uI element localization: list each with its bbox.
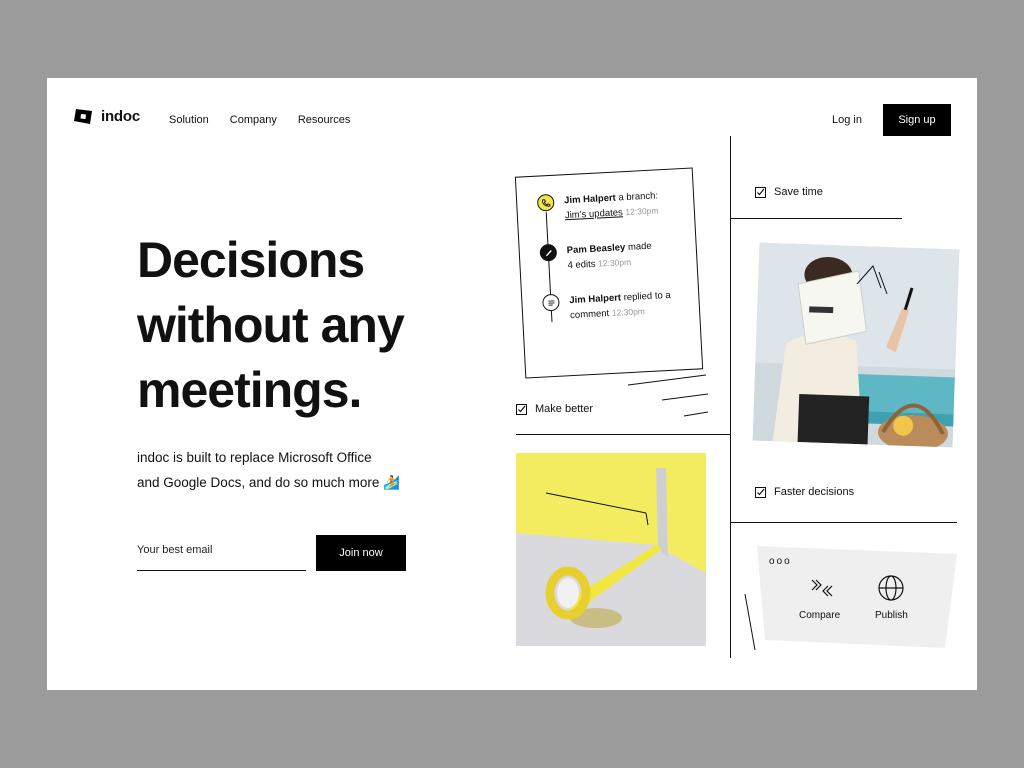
phone-icon <box>536 193 555 212</box>
feature-faster-decisions: Faster decisions <box>755 486 854 498</box>
activity-user: Jim Halpert <box>563 192 617 207</box>
activity-action: made <box>627 240 652 253</box>
activity-detail: comment <box>569 308 610 322</box>
checkbox-icon <box>755 486 766 498</box>
logo-icon <box>74 109 92 124</box>
activity-detail: 4 edits <box>567 258 596 272</box>
divider-faster <box>731 522 957 523</box>
main-nav: Solution Company Resources <box>169 114 350 126</box>
join-button[interactable]: Join now <box>316 535 406 571</box>
hero-subtext: indoc is built to replace Microsoft Offi… <box>137 445 427 495</box>
activity-item[interactable]: Jim Halpert replied to a comment 12:30pm <box>542 287 693 325</box>
compare-icon <box>811 579 832 597</box>
activity-action: replied to a <box>623 289 671 304</box>
decorative-arrow <box>856 265 888 295</box>
activity-item[interactable]: Pam Beasley made 4 edits 12:30pm <box>539 237 690 275</box>
publish-button[interactable]: Publish <box>875 574 908 621</box>
feature-label: Faster decisions <box>774 486 855 498</box>
checkbox-icon <box>516 403 527 415</box>
hero-headline: Decisions without any meetings. <box>137 228 467 423</box>
activity-action: a branch: <box>618 190 659 204</box>
divider-vertical <box>730 136 731 658</box>
signup-button[interactable]: Sign up <box>883 104 951 136</box>
activity-time: 12:30pm <box>597 256 632 269</box>
subtext-line-1: indoc is built to replace Microsoft Offi… <box>137 450 372 465</box>
activity-link[interactable]: Jim’s updates <box>565 207 623 221</box>
activity-time: 12:30pm <box>611 306 646 318</box>
feature-save-time: Save time <box>755 186 823 198</box>
decorative-lines <box>627 374 709 417</box>
headline-line-3: meetings. <box>137 362 362 418</box>
compare-label: Compare <box>799 610 841 621</box>
landing-page: indoc Solution Company Resources Log in … <box>47 78 977 690</box>
photo-yellow-tape <box>516 453 706 646</box>
activity-time: 12:30pm <box>625 205 659 218</box>
nav-solution[interactable]: Solution <box>169 114 209 126</box>
feature-label: Make better <box>535 403 594 415</box>
divider-make-better <box>516 434 731 435</box>
headline-line-1: Decisions <box>137 232 365 288</box>
activity-user: Jim Halpert <box>569 292 622 307</box>
nav-resources[interactable]: Resources <box>298 114 351 126</box>
headline-line-2: without any <box>137 297 405 353</box>
panel-dots: ooo <box>769 556 792 567</box>
brand-name: indoc <box>101 108 140 125</box>
checkbox-icon <box>755 186 766 198</box>
activity-item[interactable]: Jim Halpert a branch: Jim’s updates 12:3… <box>536 187 688 225</box>
decorative-slash <box>744 593 756 651</box>
subtext-line-2: and Google Docs, and do so much more 🏄 <box>137 475 400 490</box>
compare-button[interactable]: Compare <box>799 574 840 621</box>
activity-user: Pam Beasley <box>566 242 626 257</box>
brand-logo[interactable]: indoc <box>74 108 140 125</box>
activity-card: Jim Halpert a branch: Jim’s updates 12:3… <box>514 167 704 379</box>
pencil-icon <box>539 243 558 262</box>
feature-label: Save time <box>774 186 823 198</box>
divider-save-time <box>731 218 902 219</box>
comment-icon <box>542 293 560 312</box>
globe-icon <box>878 575 905 601</box>
feature-make-better: Make better <box>516 403 593 415</box>
email-input[interactable]: Your best email <box>137 536 306 571</box>
nav-company[interactable]: Company <box>230 114 277 126</box>
publish-label: Publish <box>875 610 908 621</box>
login-link[interactable]: Log in <box>832 114 862 126</box>
